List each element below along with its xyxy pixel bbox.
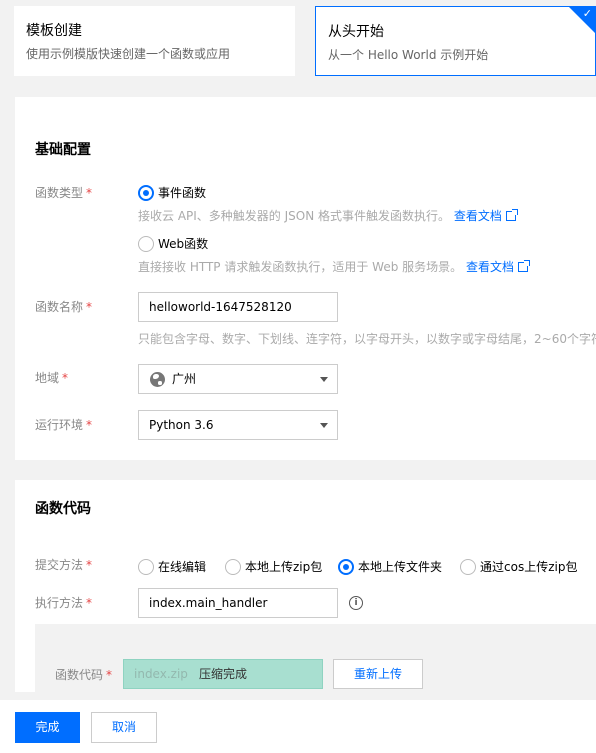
code-upload-panel: 函数代码 * index.zip 压缩完成 重新上传 <box>35 624 596 692</box>
region-select[interactable]: 广州 <box>138 364 338 394</box>
chevron-down-icon <box>320 423 328 428</box>
handler-label: 执行方法 * <box>35 596 93 610</box>
radio-selected-icon <box>338 558 354 575</box>
code-upload-label: 函数代码 * <box>55 668 113 682</box>
web-doc-link[interactable]: 查看文档 <box>466 260 514 274</box>
cancel-button[interactable]: 取消 <box>91 712 157 743</box>
template-create-desc: 使用示例模版快速创建一个函数或应用 <box>26 47 231 61</box>
runtime-label: 运行环境 * <box>35 418 93 432</box>
zip-file-name: index.zip <box>134 667 188 681</box>
footer-bar: 完成 取消 <box>0 700 596 753</box>
globe-icon <box>150 372 165 387</box>
radio-unselected-icon <box>138 558 154 575</box>
radio-unselected-icon <box>138 235 154 252</box>
basic-config-title: 基础配置 <box>35 142 91 158</box>
checkmark-icon: ✓ <box>582 7 592 20</box>
submit-method-label: 提交方法 * <box>35 558 93 572</box>
event-function-help: 接收云 API、多种触发器的 JSON 格式事件触发函数执行。 查看文档 <box>138 208 518 224</box>
handler-input[interactable]: index.main_handler <box>138 588 338 618</box>
runtime-value: Python 3.6 <box>149 418 214 432</box>
radio-unselected-icon <box>225 558 241 575</box>
zip-status-text: 压缩完成 <box>199 667 248 681</box>
radio-selected-icon <box>138 184 154 201</box>
finish-button[interactable]: 完成 <box>15 712 80 743</box>
radio-unselected-icon <box>460 558 476 575</box>
region-label: 地域 * <box>35 371 69 385</box>
func-type-label: 函数类型 * <box>35 186 93 200</box>
zip-status-box: index.zip 压缩完成 <box>123 659 323 689</box>
web-function-radio[interactable]: Web函数 <box>138 233 208 252</box>
from-scratch-desc: 从一个 Hello World 示例开始 <box>328 48 489 62</box>
func-name-input[interactable]: helloworld-1647528120 <box>138 292 338 322</box>
region-value: 广州 <box>172 372 197 386</box>
reupload-button[interactable]: 重新上传 <box>333 659 423 689</box>
web-function-help: 直接接收 HTTP 请求触发函数执行，适用于 Web 服务场景。 查看文档 <box>138 259 530 275</box>
submit-cos-zip-radio[interactable]: 通过cos上传zip包 <box>460 556 577 575</box>
event-function-radio[interactable]: 事件函数 <box>138 182 206 201</box>
runtime-select[interactable]: Python 3.6 <box>138 410 338 440</box>
from-scratch-card[interactable]: 从头开始 从一个 Hello World 示例开始 ✓ <box>315 6 596 76</box>
basic-config-section: 基础配置 函数类型 * 事件函数 接收云 API、多种触发器的 JSON 格式事件… <box>15 97 596 460</box>
template-create-title: 模板创建 <box>26 23 82 39</box>
submit-online-edit-radio[interactable]: 在线编辑 <box>138 556 206 575</box>
external-link-icon <box>505 209 518 221</box>
submit-local-zip-radio[interactable]: 本地上传zip包 <box>225 556 322 575</box>
from-scratch-title: 从头开始 <box>328 24 384 40</box>
function-code-section: 函数代码 提交方法 * 在线编辑 本地上传zip包 本地上传文件夹 通过cos上传… <box>15 480 596 692</box>
external-link-icon <box>517 260 530 272</box>
submit-local-folder-radio[interactable]: 本地上传文件夹 <box>338 556 442 575</box>
template-create-card[interactable]: 模板创建 使用示例模版快速创建一个函数或应用 <box>14 6 295 76</box>
func-name-help: 只能包含字母、数字、下划线、连字符，以字母开头，以数字或字母结尾，2~60个字符 <box>138 332 596 346</box>
event-doc-link[interactable]: 查看文档 <box>454 209 502 223</box>
func-name-label: 函数名称 * <box>35 300 93 314</box>
info-icon[interactable]: i <box>349 596 363 610</box>
chevron-down-icon <box>320 377 328 382</box>
function-code-title: 函数代码 <box>35 501 91 517</box>
